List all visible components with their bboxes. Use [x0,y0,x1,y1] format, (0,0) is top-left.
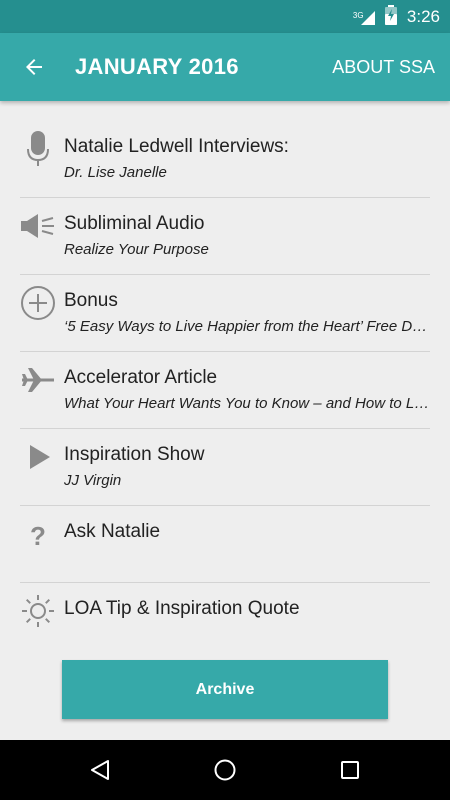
item-title: Bonus [64,290,118,311]
page-title: JANUARY 2016 [75,54,239,79]
list-item-interviews[interactable]: Natalie Ledwell Interviews: Dr. Lise Jan… [20,121,430,198]
play-icon [20,439,56,475]
list-item-loa-tip[interactable]: LOA Tip & Inspiration Quote [20,583,430,659]
nav-back-button[interactable] [80,750,120,790]
item-subtitle: Dr. Lise Janelle [64,164,167,181]
item-title: Subliminal Audio [64,213,205,234]
back-button[interactable] [14,47,54,87]
list-item-ask-natalie[interactable]: ? Ask Natalie [20,506,430,583]
sun-icon [20,593,56,629]
item-title: LOA Tip & Inspiration Quote [64,598,300,619]
status-time: 3:26 [406,6,440,26]
item-subtitle: Realize Your Purpose [64,241,209,258]
item-title: Accelerator Article [64,367,218,388]
back-triangle-icon [91,760,109,780]
list-item-accelerator-article[interactable]: Accelerator Article What Your Heart Want… [20,352,430,429]
battery-icon [384,4,397,29]
recents-square-icon [341,761,359,779]
airplane-icon [20,362,56,398]
signal-icon: 3G [353,7,375,27]
nav-home-button[interactable] [205,750,245,790]
speaker-icon [20,208,56,244]
nav-recents-button[interactable] [330,750,370,790]
item-subtitle: What Your Heart Wants You to Know – and … [64,395,430,412]
list-item-subliminal-audio[interactable]: Subliminal Audio Realize Your Purpose [20,198,430,275]
status-bar: 3G 3:26 [0,0,450,33]
content-list: Natalie Ledwell Interviews: Dr. Lise Jan… [20,121,430,659]
app-bar: JANUARY 2016 ABOUT SSA [0,33,450,101]
item-title: Ask Natalie [64,521,161,542]
question-icon: ? [20,516,56,552]
home-circle-icon [214,759,236,781]
svg-text:?: ? [30,521,46,551]
plus-circle-icon [20,285,56,321]
arrow-left-icon [26,59,42,75]
item-subtitle: JJ Virgin [64,472,122,489]
item-subtitle: ‘5 Easy Ways to Live Happier from the He… [64,318,430,335]
item-title: Inspiration Show [64,444,205,465]
navigation-bar [0,740,450,800]
archive-button[interactable]: Archive [62,660,388,719]
about-ssa-button[interactable]: ABOUT SSA [332,33,435,101]
list-item-inspiration-show[interactable]: Inspiration Show JJ Virgin [20,429,430,506]
list-item-bonus[interactable]: Bonus ‘5 Easy Ways to Live Happier from … [20,275,430,352]
item-title: Natalie Ledwell Interviews: [64,136,289,157]
microphone-icon [20,131,56,167]
